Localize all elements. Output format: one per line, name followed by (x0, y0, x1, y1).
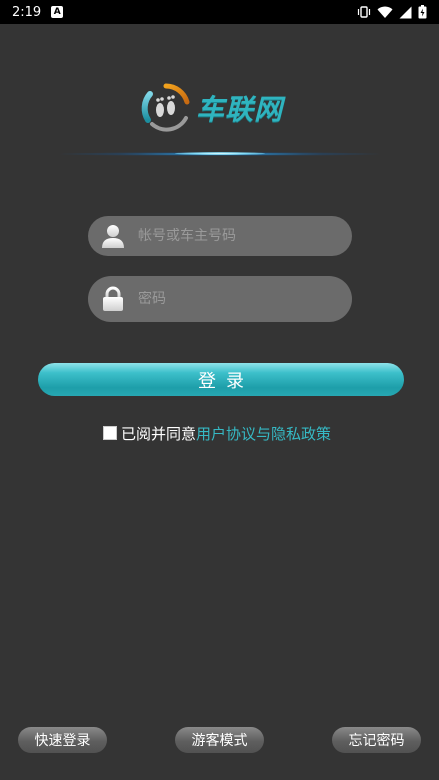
status-time: 2:19 (12, 4, 42, 20)
status-icons (357, 5, 427, 19)
agreement-link[interactable]: 用户协议与隐私政策 (196, 423, 331, 444)
footprint-logo-icon (141, 83, 190, 132)
lock-icon (103, 286, 123, 311)
quick-login-button[interactable]: 快速登录 (18, 727, 107, 753)
user-icon (102, 225, 124, 248)
status-bar: 2:19 A (0, 0, 439, 24)
notification-icon: A (51, 6, 64, 18)
forgot-password-button[interactable]: 忘记密码 (332, 727, 421, 753)
battery-icon (418, 5, 427, 19)
password-input[interactable] (138, 291, 352, 307)
glow-divider-core (175, 152, 265, 155)
account-input[interactable] (138, 228, 352, 244)
account-field[interactable] (88, 216, 352, 256)
wifi-icon (377, 6, 393, 18)
agreement-row: 已阅并同意 用户协议与隐私政策 (103, 423, 331, 443)
vibrate-icon (357, 6, 371, 18)
agreement-prefix: 已阅并同意 (121, 424, 197, 443)
login-button[interactable]: 登录 (38, 363, 404, 396)
signal-icon (399, 6, 412, 18)
guest-mode-button[interactable]: 游客模式 (175, 727, 264, 753)
logo-text: 车联网 (196, 93, 284, 126)
password-field[interactable] (88, 276, 352, 322)
agreement-checkbox[interactable] (103, 426, 117, 440)
app-logo: 车联网 (138, 80, 313, 136)
